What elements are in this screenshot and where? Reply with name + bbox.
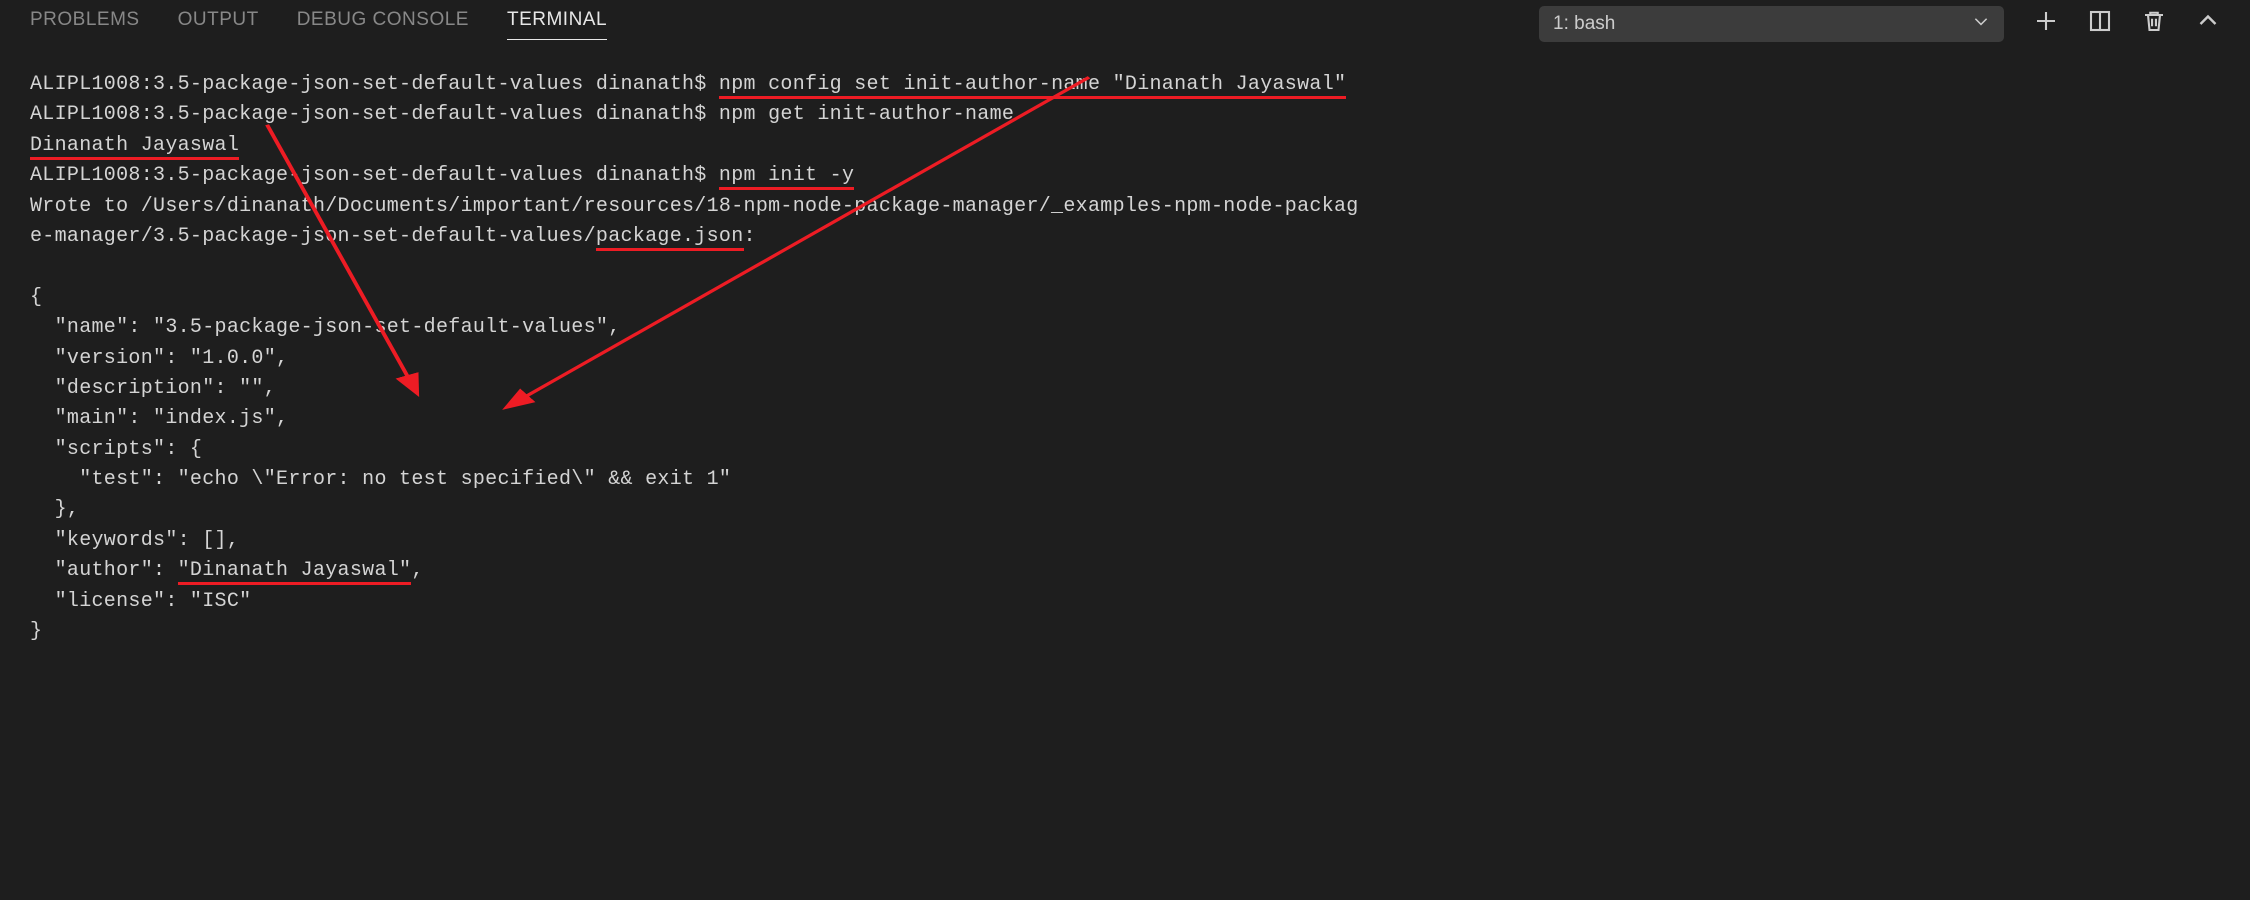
chevron-down-icon <box>1972 12 1990 36</box>
plus-icon <box>2034 9 2058 39</box>
json-close: } <box>30 620 42 643</box>
wrote-path-line1: Wrote to /Users/dinanath/Documents/impor… <box>30 195 1359 218</box>
tab-debug-console[interactable]: DEBUG CONSOLE <box>297 9 469 40</box>
panel-header-right: 1: bash <box>1539 6 2220 42</box>
json-author-value: "Dinanath Jayaswal" <box>178 559 412 585</box>
json-version: "version": "1.0.0", <box>30 347 288 370</box>
json-scripts-open: "scripts": { <box>30 438 202 461</box>
maximize-panel-button[interactable] <box>2196 9 2220 39</box>
chevron-up-icon <box>2196 9 2220 39</box>
json-test: "test": "echo \"Error: no test specified… <box>30 468 731 491</box>
cmd-npm-get: npm get init-author-name <box>719 103 1014 126</box>
output-author-name: Dinanath Jayaswal <box>30 134 239 160</box>
prompt: ALIPL1008:3.5-package-json-set-default-v… <box>30 73 719 96</box>
terminal-selector-dropdown[interactable]: 1: bash <box>1539 6 2004 42</box>
tab-problems[interactable]: PROBLEMS <box>30 9 140 40</box>
json-scripts-close: }, <box>30 498 79 521</box>
trash-icon <box>2142 9 2166 39</box>
terminal-selector-value: 1: bash <box>1553 13 1615 35</box>
prompt: ALIPL1008:3.5-package-json-set-default-v… <box>30 164 719 187</box>
cmd-npm-init: npm init -y <box>719 164 854 190</box>
split-terminal-button[interactable] <box>2088 9 2112 39</box>
json-author-key: "author": <box>30 559 178 582</box>
json-main: "main": "index.js", <box>30 407 288 430</box>
cmd-npm-config-set: npm config set init-author-name "Dinanat… <box>719 73 1346 99</box>
new-terminal-button[interactable] <box>2034 9 2058 39</box>
tab-output[interactable]: OUTPUT <box>178 9 259 40</box>
terminal-output[interactable]: ALIPL1008:3.5-package-json-set-default-v… <box>0 48 2250 669</box>
json-author-comma: , <box>411 559 423 582</box>
wrote-path-line2-pre: e-manager/3.5-package-json-set-default-v… <box>30 225 596 248</box>
json-name: "name": "3.5-package-json-set-default-va… <box>30 316 621 339</box>
json-keywords: "keywords": [], <box>30 529 239 552</box>
split-icon <box>2088 9 2112 39</box>
package-json-filename: package.json <box>596 225 744 251</box>
json-description: "description": "", <box>30 377 276 400</box>
json-license: "license": "ISC" <box>30 590 251 613</box>
wrote-path-line2-post: : <box>744 225 756 248</box>
json-open: { <box>30 286 42 309</box>
panel-tabs: PROBLEMS OUTPUT DEBUG CONSOLE TERMINAL <box>30 9 1539 40</box>
tab-terminal[interactable]: TERMINAL <box>507 9 607 40</box>
panel-header: PROBLEMS OUTPUT DEBUG CONSOLE TERMINAL 1… <box>0 0 2250 48</box>
prompt: ALIPL1008:3.5-package-json-set-default-v… <box>30 103 719 126</box>
kill-terminal-button[interactable] <box>2142 9 2166 39</box>
